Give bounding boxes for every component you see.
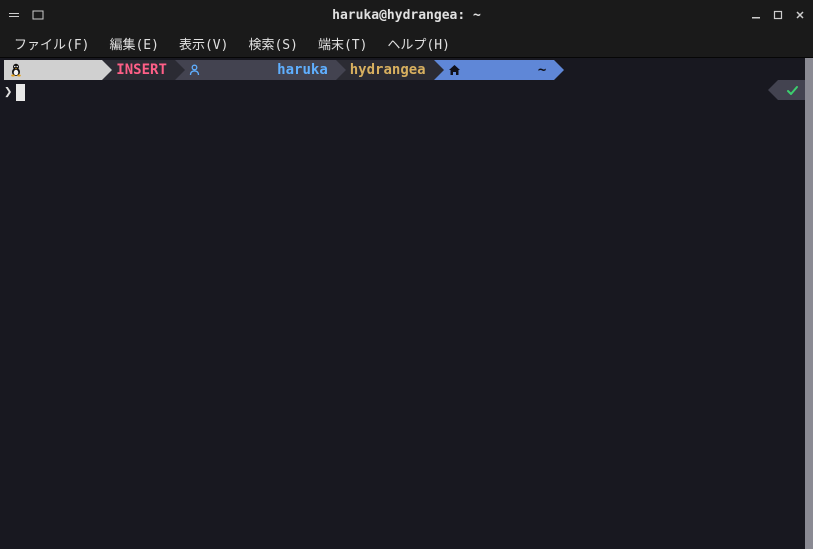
- prompt-input-line[interactable]: ❯: [4, 82, 809, 102]
- segment-host: hydrangea: [336, 60, 434, 80]
- segment-user: haruka: [175, 60, 336, 80]
- path-label: ~: [538, 61, 546, 79]
- segment-os: [4, 60, 102, 80]
- window-titlebar: haruka@hydrangea: ~: [0, 0, 813, 30]
- host-label: hydrangea: [350, 61, 426, 79]
- user-label: haruka: [277, 61, 328, 79]
- maximize-icon[interactable]: [773, 10, 783, 20]
- home-icon: [448, 28, 532, 112]
- menu-edit[interactable]: 編集(E): [101, 31, 166, 56]
- segment-path: ~: [434, 60, 555, 80]
- mode-label: INSERT: [116, 61, 167, 79]
- user-icon: [189, 28, 273, 112]
- tux-icon: [10, 27, 94, 113]
- menubar: ファイル(F) 編集(E) 表示(V) 検索(S) 端末(T) ヘルプ(H): [0, 30, 813, 58]
- menu-terminal[interactable]: 端末(T): [310, 31, 375, 56]
- check-icon: [786, 84, 799, 97]
- right-status: [768, 80, 807, 100]
- window-title: haruka@hydrangea: ~: [332, 8, 481, 23]
- scrollbar[interactable]: [805, 58, 813, 549]
- menu-help[interactable]: ヘルプ(H): [379, 31, 457, 56]
- terminal-viewport[interactable]: INSERT haruka hydrangea ~: [0, 58, 813, 549]
- close-icon[interactable]: [795, 10, 805, 20]
- minimize-icon[interactable]: [751, 10, 761, 20]
- powerline-prompt: INSERT haruka hydrangea ~: [4, 60, 809, 80]
- window-menu-icon[interactable]: [8, 9, 20, 21]
- new-tab-icon[interactable]: [32, 9, 44, 21]
- segment-mode: INSERT: [102, 60, 175, 80]
